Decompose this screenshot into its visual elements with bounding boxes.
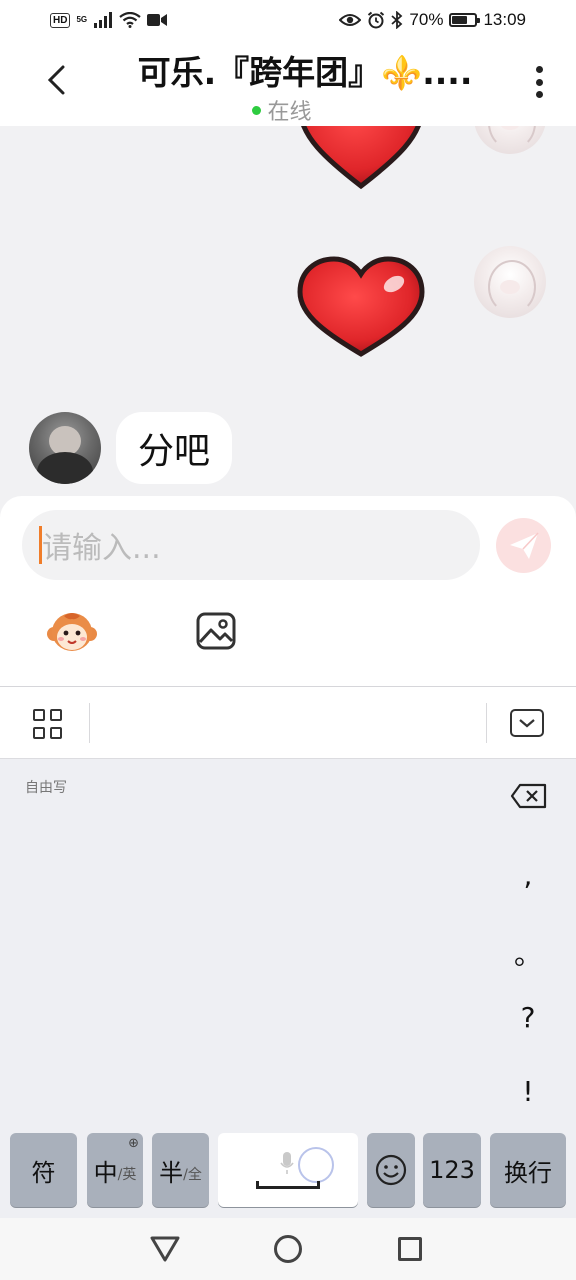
newline-key-label: 换行 bbox=[504, 1158, 552, 1187]
battery-percent: 70% bbox=[409, 10, 444, 29]
language-toggle-key[interactable]: ⊕ 中/英 bbox=[87, 1133, 143, 1207]
full-width-label: /全 bbox=[183, 1167, 202, 1183]
system-nav-bar bbox=[0, 1218, 576, 1280]
back-arrow-icon bbox=[47, 65, 65, 95]
width-toggle-key[interactable]: 半/全 bbox=[152, 1133, 209, 1207]
monkey-emoji-icon[interactable] bbox=[46, 610, 98, 654]
space-icon bbox=[256, 1181, 320, 1189]
peer-message-bubble[interactable]: 分吧 bbox=[116, 412, 233, 484]
message-list[interactable]: 分吧 bbox=[0, 126, 576, 496]
numbers-key-label: 123 bbox=[429, 1156, 475, 1184]
voice-input-indicator bbox=[298, 1147, 334, 1183]
message-text: 分吧 bbox=[138, 431, 211, 472]
nav-recents-icon[interactable] bbox=[398, 1237, 422, 1261]
chat-title: 可乐.『跨年团』⚜️.... bbox=[137, 53, 473, 92]
chat-header: 可乐.『跨年团』⚜️.... 在线 bbox=[0, 40, 576, 126]
globe-icon: ⊕ bbox=[128, 1136, 139, 1151]
hd-badge: HD bbox=[50, 12, 71, 28]
exclamation-key[interactable]: ! bbox=[510, 1075, 546, 1108]
heart-sticker[interactable] bbox=[296, 126, 426, 192]
message-input-placeholder: 请输入... bbox=[42, 531, 161, 566]
grid-cell bbox=[50, 709, 62, 721]
eye-icon bbox=[339, 14, 362, 26]
question-key[interactable]: ? bbox=[510, 1001, 546, 1034]
online-status: 在线 bbox=[0, 94, 576, 126]
send-icon bbox=[509, 531, 539, 559]
clock: 13:09 bbox=[483, 10, 526, 29]
self-avatar[interactable] bbox=[474, 126, 546, 154]
chinese-label: 中 bbox=[93, 1158, 118, 1187]
half-width-label: 半 bbox=[159, 1158, 184, 1187]
ime-keyboard: 自由写 , 。 ? ! 符 ⊕ 中/英 半/全 123 换行 bbox=[0, 686, 576, 1218]
nav-back-icon[interactable] bbox=[150, 1236, 180, 1262]
toolbar-divider bbox=[89, 703, 90, 743]
comma-key[interactable]: , bbox=[510, 859, 546, 892]
english-label: /英 bbox=[117, 1167, 137, 1183]
backspace-icon[interactable] bbox=[510, 783, 548, 809]
wifi-icon bbox=[119, 12, 141, 28]
bluetooth-icon bbox=[391, 11, 403, 29]
toolbar-divider bbox=[486, 703, 487, 743]
more-dot bbox=[535, 66, 543, 73]
grid-cell bbox=[50, 726, 62, 739]
more-dot bbox=[535, 91, 543, 98]
symbols-key[interactable]: 符 bbox=[10, 1133, 77, 1207]
network-type: 5G bbox=[76, 15, 88, 24]
collapse-keyboard-button[interactable] bbox=[510, 709, 544, 737]
signal-icon bbox=[94, 12, 113, 28]
ime-toolbar bbox=[0, 687, 576, 759]
video-icon bbox=[147, 14, 168, 26]
battery-level bbox=[452, 16, 468, 24]
online-status-label: 在线 bbox=[267, 100, 312, 125]
symbols-key-label: 符 bbox=[31, 1158, 56, 1187]
period-key[interactable]: 。 bbox=[510, 933, 546, 973]
more-options-button[interactable] bbox=[530, 62, 548, 102]
heart-sticker[interactable] bbox=[296, 254, 426, 360]
composer-panel: 请输入... bbox=[0, 496, 576, 686]
self-avatar[interactable] bbox=[474, 246, 546, 318]
chevron-down-icon bbox=[519, 719, 535, 728]
microphone-icon bbox=[280, 1152, 294, 1174]
grid-cell bbox=[33, 726, 45, 739]
newline-key[interactable]: 换行 bbox=[490, 1133, 566, 1207]
peer-avatar[interactable] bbox=[29, 412, 101, 484]
numbers-key[interactable]: 123 bbox=[423, 1133, 481, 1207]
space-key[interactable] bbox=[218, 1133, 358, 1207]
ime-menu-button[interactable] bbox=[33, 709, 63, 739]
emoji-key[interactable] bbox=[367, 1133, 415, 1207]
nav-home-icon[interactable] bbox=[274, 1235, 302, 1263]
status-bar: HD 5G 70% 13:09 bbox=[0, 0, 576, 40]
more-dot bbox=[535, 78, 543, 86]
online-dot bbox=[252, 105, 262, 115]
image-picker-icon[interactable] bbox=[196, 612, 236, 650]
handwriting-mode-label: 自由写 bbox=[25, 780, 67, 796]
smiley-icon bbox=[375, 1154, 407, 1186]
grid-cell bbox=[33, 709, 45, 721]
battery-icon bbox=[449, 13, 481, 27]
send-button[interactable] bbox=[496, 518, 551, 573]
alarm-icon bbox=[368, 11, 385, 29]
keyboard-bottom-row: 符 ⊕ 中/英 半/全 123 换行 bbox=[0, 1133, 576, 1207]
message-input[interactable]: 请输入... bbox=[22, 510, 480, 580]
